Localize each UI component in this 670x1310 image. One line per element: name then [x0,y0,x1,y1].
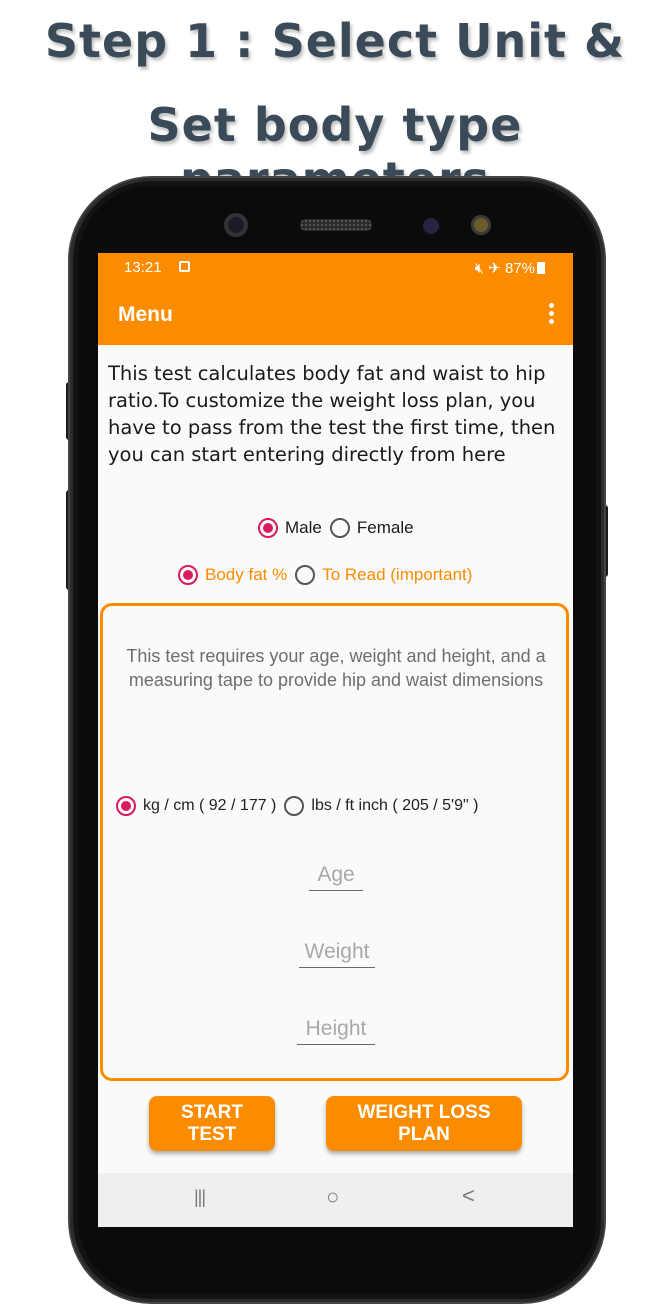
status-time: 13:21 [124,259,162,276]
home-icon[interactable]: ○ [326,1184,339,1210]
start-test-button[interactable]: START TEST [149,1096,275,1151]
body-fat-radio[interactable] [178,565,198,585]
proximity-sensor [423,218,439,234]
body-fat-label[interactable]: Body fat % [205,565,287,585]
back-icon[interactable]: < [462,1183,475,1209]
imperial-unit-label[interactable]: lbs / ft inch ( 205 / 5'9" ) [311,797,478,815]
front-camera-icon [224,213,248,237]
gender-radio-group: Male Female [258,518,414,538]
intro-text: This test calculates body fat and waist … [108,362,556,466]
female-label[interactable]: Female [357,518,414,538]
imperial-unit-radio[interactable] [284,796,305,816]
male-radio[interactable] [258,518,278,538]
weight-loss-plan-button[interactable]: WEIGHT LOSS PLAN [326,1096,522,1151]
battery-icon [537,262,545,274]
to-read-radio[interactable] [295,565,316,585]
status-bar: 13:21 🔇︎ ✈ 87% [98,253,573,283]
metric-unit-radio[interactable] [116,796,136,816]
mute-icon: 🔇︎ [474,260,485,277]
status-right: 🔇︎ ✈ 87% [475,259,545,277]
flash-icon [471,215,491,235]
navigation-bar: ||| ○ < [98,1173,573,1227]
test-parameters-card: This test requires your age, weight and … [100,603,569,1081]
app-bar: Menu [98,283,573,345]
to-read-label[interactable]: To Read (important) [322,565,472,585]
app-bar-title[interactable]: Menu [118,303,173,327]
height-input[interactable]: Height [297,1017,375,1045]
airplane-icon: ✈ [488,260,501,277]
sim-icon [179,261,190,272]
metric-unit-label[interactable]: kg / cm ( 92 / 177 ) [143,797,276,815]
mode-radio-group: Body fat % To Read (important) [178,565,472,585]
more-vert-icon[interactable] [549,303,555,325]
phone-screen: 13:21 🔇︎ ✈ 87% Menu This test calculates… [98,253,573,1227]
card-description: This test requires your age, weight and … [126,646,546,690]
unit-radio-group: kg / cm ( 92 / 177 ) lbs / ft inch ( 205… [116,796,478,816]
earpiece-speaker [300,219,372,231]
headline-line-1: Step 1 : Select Unit & [44,14,626,68]
age-input[interactable]: Age [309,863,363,891]
weight-input[interactable]: Weight [299,940,375,968]
battery-level: 87% [504,260,535,277]
male-label[interactable]: Male [285,518,322,538]
recents-icon[interactable]: ||| [194,1187,206,1208]
female-radio[interactable] [329,518,350,538]
